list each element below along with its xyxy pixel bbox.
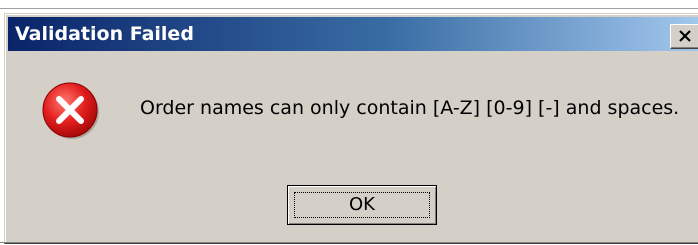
- title-bar[interactable]: Validation Failed: [8, 17, 698, 51]
- background-window-edge: [0, 0, 698, 13]
- close-icon: [679, 30, 691, 42]
- error-message: Order names can only contain [A-Z] [0-9]…: [140, 97, 680, 119]
- error-dialog: Validation Failed Order names can only c…: [4, 13, 698, 244]
- dialog-bottom-edge: [0, 242, 698, 243]
- close-button[interactable]: [670, 24, 698, 49]
- divider: [0, 8, 698, 9]
- ok-button[interactable]: OK: [287, 185, 437, 225]
- ok-button-label: OK: [349, 194, 375, 215]
- error-icon: [42, 82, 99, 139]
- dialog-title: Validation Failed: [15, 23, 194, 45]
